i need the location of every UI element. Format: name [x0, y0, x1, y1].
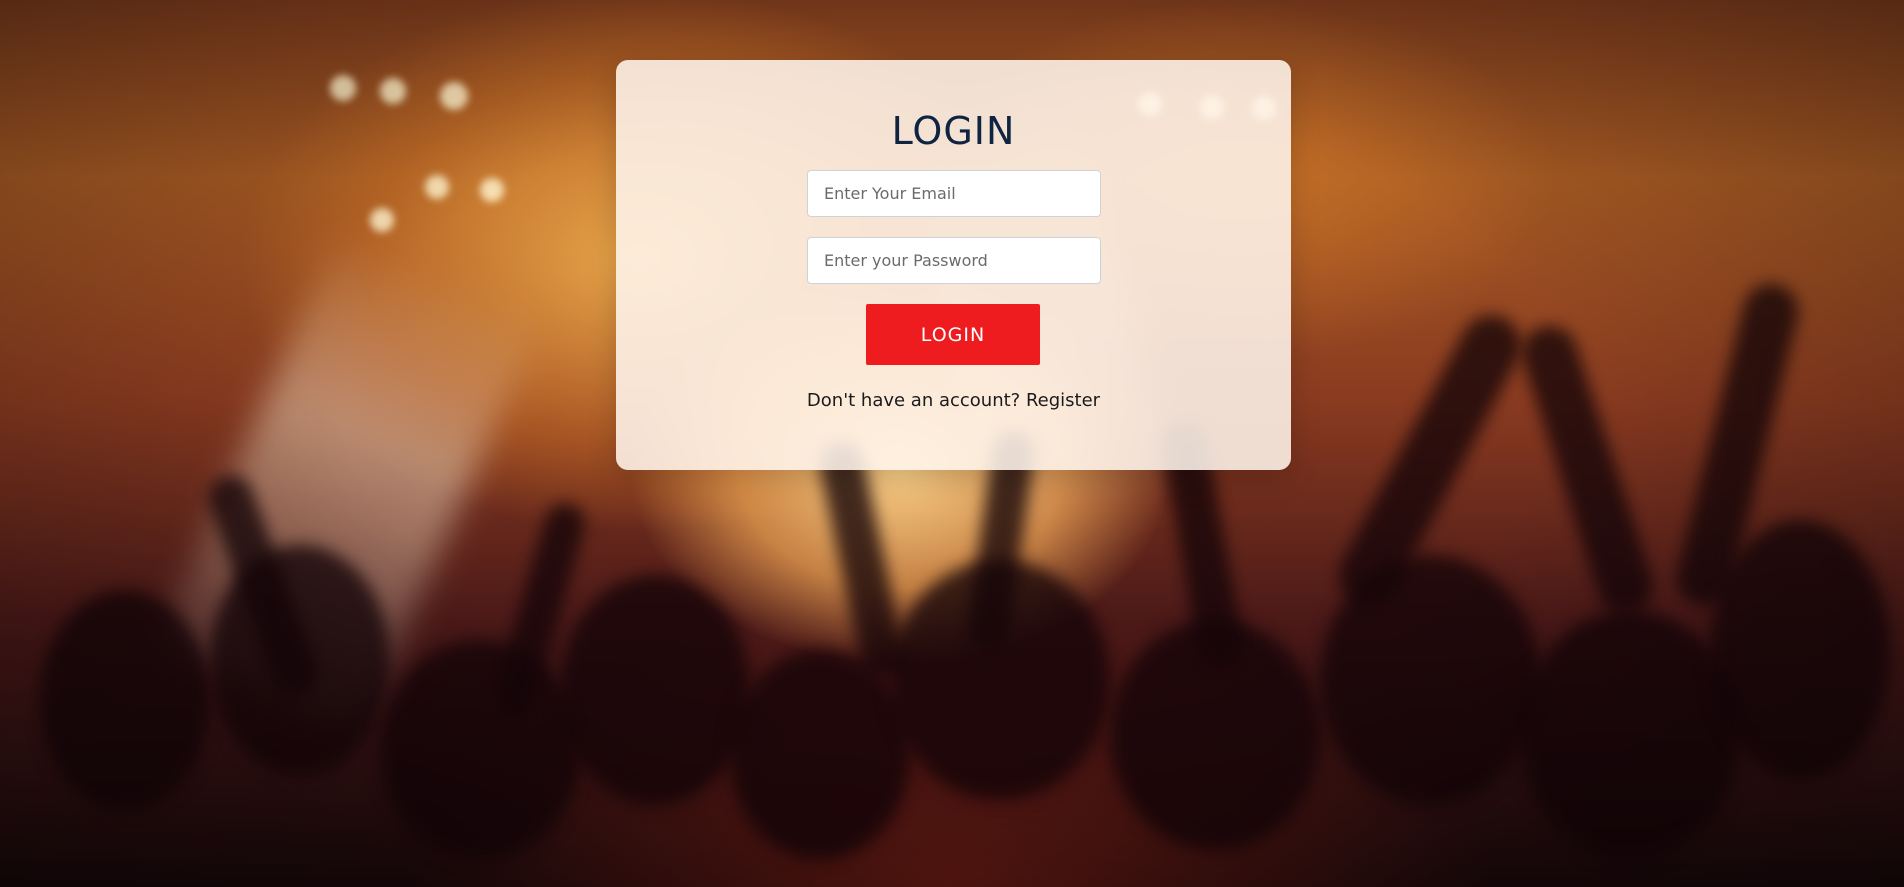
password-field[interactable]: [807, 237, 1101, 284]
login-title: LOGIN: [891, 109, 1016, 153]
register-link[interactable]: Register: [1026, 390, 1100, 411]
login-button[interactable]: LOGIN: [866, 304, 1040, 365]
login-page: LOGIN LOGIN Don't have an account? Regis…: [0, 0, 1904, 887]
email-field[interactable]: [807, 170, 1101, 217]
register-prompt: Don't have an account?: [806, 390, 1021, 411]
login-card: LOGIN LOGIN Don't have an account? Regis…: [616, 60, 1291, 470]
register-prompt-row: Don't have an account? Register: [616, 390, 1291, 411]
